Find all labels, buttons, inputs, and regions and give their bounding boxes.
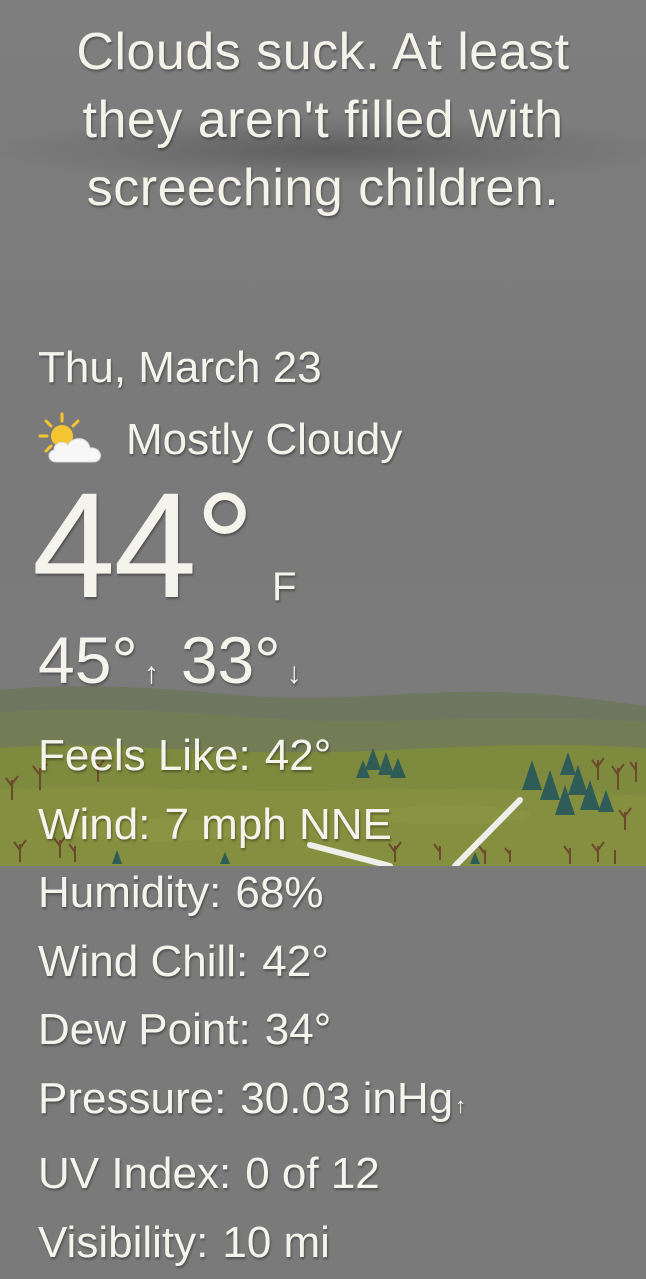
date-label: Thu, March 23 <box>38 343 322 392</box>
detail-label: UV Index: <box>38 1149 232 1198</box>
headline-line: they aren't filled with <box>82 91 564 149</box>
detail-label: Humidity: <box>38 868 222 917</box>
pressure-trend-up-icon: ↑ <box>455 1092 467 1118</box>
detail-visibility: Visibility: 10 mi <box>38 1209 466 1278</box>
low-temperature: 33° <box>180 623 281 697</box>
detail-humidity: Humidity: 68% <box>38 859 466 928</box>
current-temperature: 44° <box>32 461 255 629</box>
detail-dew-point: Dew Point: 34° <box>38 996 466 1065</box>
detail-pressure: Pressure: 30.03 inHg↑ <box>38 1065 466 1141</box>
detail-value: 0 of 12 <box>245 1149 380 1198</box>
detail-value: 68% <box>235 868 324 917</box>
headline-line: screeching children. <box>86 159 560 217</box>
detail-uv-index: UV Index: 0 of 12 <box>38 1140 466 1209</box>
detail-value: 34° <box>264 1005 332 1054</box>
detail-value: 10 mi <box>222 1217 330 1267</box>
high-low-row: 45° ↑ 33° ↓ <box>38 622 324 698</box>
condition-label: Mostly Cloudy <box>126 415 403 464</box>
detail-value: 42° <box>264 731 332 780</box>
arrow-down-icon: ↓ <box>286 657 302 690</box>
headline-caption: Clouds suck. At least they aren't filled… <box>0 18 646 222</box>
detail-label: Visibility: <box>38 1217 209 1267</box>
detail-label: Feels Like: <box>38 731 251 780</box>
weather-details: Feels Like: 42° Wind: 7 mph NNE Humidity: 6… <box>38 722 466 1277</box>
detail-feels-like: Feels Like: 42° <box>38 722 466 791</box>
detail-value: 30.03 inHg <box>240 1073 454 1123</box>
detail-label: Dew Point: <box>38 1005 251 1054</box>
temperature-unit: F <box>272 565 297 609</box>
detail-value: 42° <box>262 936 329 986</box>
detail-value: 7 mph NNE <box>164 799 392 849</box>
detail-label: Pressure: <box>38 1073 227 1123</box>
detail-wind: Wind: 7 mph NNE <box>38 791 466 860</box>
detail-wind-chill: Wind Chill: 42° <box>38 928 466 997</box>
partly-cloudy-sun-icon <box>38 412 101 463</box>
arrow-up-icon: ↑ <box>143 657 159 690</box>
high-temperature: 45° <box>38 623 138 697</box>
detail-label: Wind Chill: <box>38 936 249 986</box>
detail-label: Wind: <box>38 799 151 849</box>
headline-line: Clouds suck. At least <box>76 23 570 81</box>
